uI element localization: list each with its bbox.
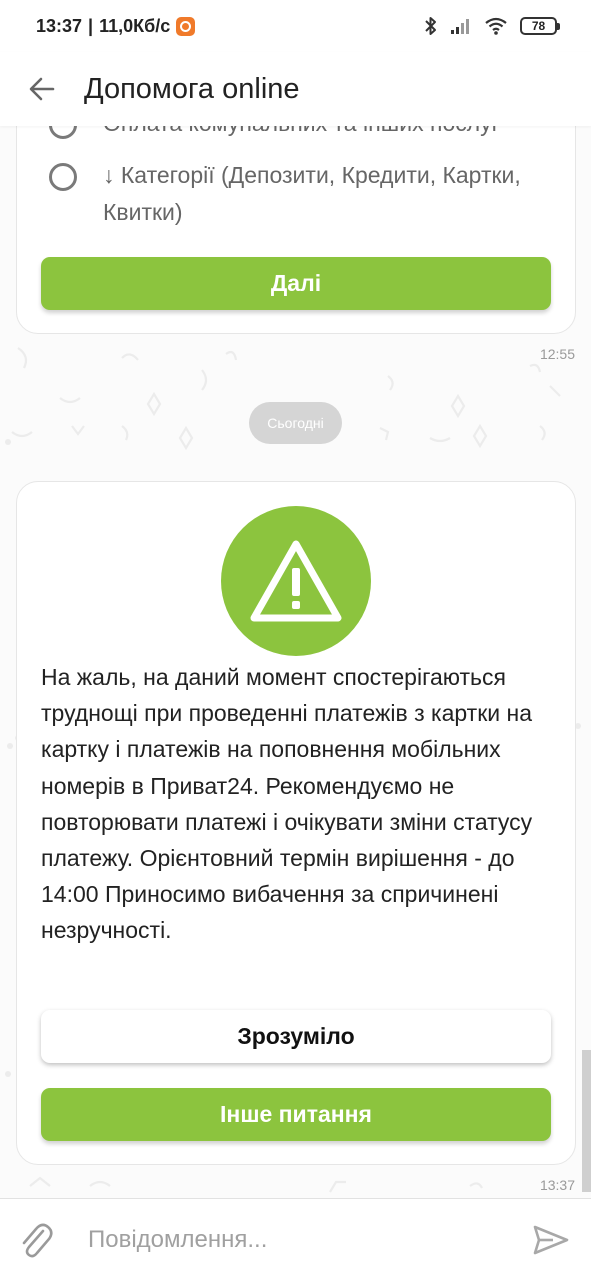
message-timestamp: 13:37 [539, 1177, 575, 1193]
attach-button[interactable] [0, 1199, 72, 1280]
message-card-alert: На жаль, на даний момент спостерігаються… [16, 481, 576, 1165]
status-network-speed: 11,0Кб/с [99, 15, 171, 36]
status-left: 13:37 | 11,0Кб/с [36, 15, 196, 37]
alert-text: На жаль, на даний момент спостерігаються… [41, 664, 533, 944]
date-separator: Сьогодні [249, 402, 342, 444]
status-separator: | [88, 15, 94, 36]
next-button[interactable]: Далі [41, 257, 551, 310]
chat-area[interactable]: Оплата комунальних та інших послуг ↓ Кат… [0, 126, 591, 1198]
signal-icon [451, 19, 469, 34]
option-row[interactable]: ↓ Категорії (Депозити, Кредити, Картки, … [49, 157, 553, 231]
app-notification-icon [176, 16, 196, 36]
bluetooth-icon [425, 17, 436, 35]
status-time: 13:37 [36, 15, 83, 36]
warning-triangle-icon [250, 540, 342, 622]
understood-button[interactable]: Зрозуміло [41, 1010, 551, 1063]
message-timestamp: 12:55 [539, 346, 575, 362]
send-icon [533, 1225, 569, 1254]
wifi-icon [485, 17, 507, 35]
message-input[interactable] [72, 1209, 511, 1270]
status-bar: 13:37 | 11,0Кб/с 78 [0, 0, 591, 52]
status-right: 78 [424, 16, 560, 36]
page-title: Допомога online [84, 72, 300, 105]
scrollbar[interactable] [582, 1050, 591, 1192]
arrow-left-icon [29, 77, 55, 101]
paperclip-icon [22, 1223, 53, 1257]
battery-level: 78 [531, 19, 546, 33]
back-button[interactable] [0, 52, 84, 126]
battery-icon: 78 [520, 17, 560, 35]
option-row[interactable]: Оплата комунальних та інших послуг [49, 126, 553, 142]
message-input-bar [0, 1198, 591, 1280]
app-bar: Допомога online [0, 52, 591, 126]
other-question-button[interactable]: Інше питання [41, 1088, 551, 1141]
message-card-options: Оплата комунальних та інших послуг ↓ Кат… [16, 126, 576, 334]
radio-button[interactable] [49, 163, 77, 191]
option-label: Оплата комунальних та інших послуг [103, 126, 553, 142]
radio-button[interactable] [49, 126, 77, 139]
option-label: ↓ Категорії (Депозити, Кредити, Картки, … [103, 162, 521, 225]
warning-circle [221, 506, 371, 656]
send-button[interactable] [511, 1199, 591, 1280]
